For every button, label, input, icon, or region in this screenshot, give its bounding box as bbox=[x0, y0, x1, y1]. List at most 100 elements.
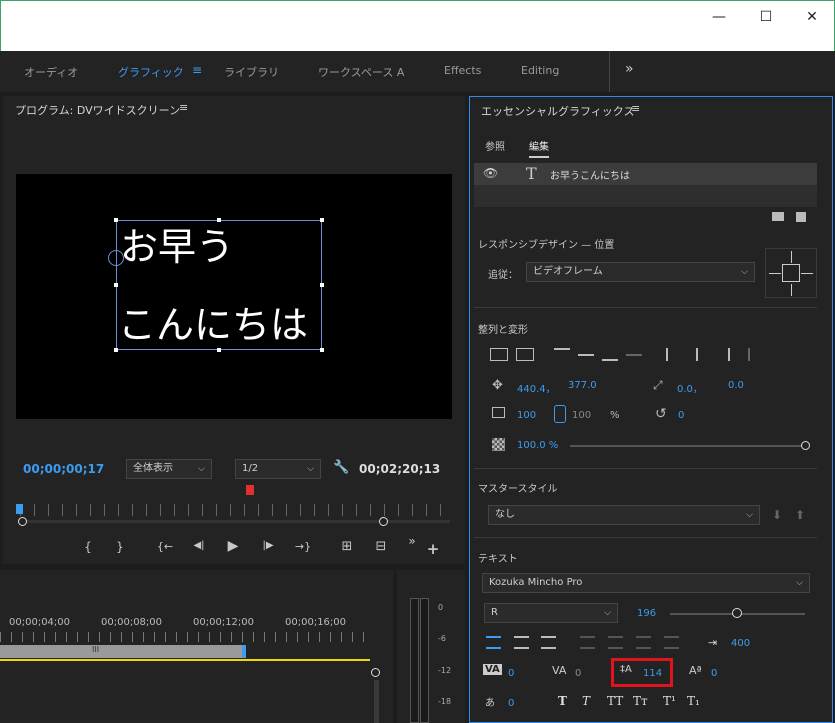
go-to-out-icon[interactable]: →} bbox=[293, 540, 313, 553]
workspace-menu-icon[interactable]: ≡ bbox=[192, 63, 202, 77]
position-y-value[interactable]: 377.0 bbox=[568, 380, 597, 391]
vertical-scrollbar[interactable] bbox=[374, 680, 379, 723]
faux-bold-button[interactable]: T bbox=[558, 694, 567, 708]
align-text-right-icon[interactable] bbox=[541, 636, 556, 649]
align-left-icon[interactable] bbox=[666, 348, 680, 361]
scroll-handle-right[interactable] bbox=[379, 517, 388, 526]
step-forward-icon[interactable]: |▶ bbox=[258, 540, 278, 551]
in-point-marker[interactable] bbox=[16, 504, 23, 514]
add-button-icon[interactable]: + bbox=[426, 540, 440, 558]
align-bottom-icon[interactable] bbox=[602, 348, 618, 361]
minimize-button[interactable]: — bbox=[707, 7, 731, 27]
resolution-dropdown[interactable]: 1/2 ⌵ bbox=[235, 459, 321, 479]
handle[interactable] bbox=[320, 283, 324, 287]
superscript-button[interactable]: T¹ bbox=[663, 694, 676, 708]
align-middle-icon[interactable] bbox=[578, 354, 594, 356]
small-caps-button[interactable]: Tт bbox=[633, 694, 648, 708]
opacity-value[interactable]: 100.0 % bbox=[517, 440, 558, 451]
scale-value[interactable]: 100 bbox=[517, 410, 536, 421]
folder-icon[interactable] bbox=[772, 212, 784, 221]
align-text-left-icon[interactable] bbox=[486, 636, 501, 649]
baseline-shift-value[interactable]: 0 bbox=[711, 668, 717, 679]
handle[interactable] bbox=[320, 348, 324, 352]
program-menu-icon[interactable]: ≡ bbox=[179, 101, 188, 114]
pull-style-icon[interactable]: ⬆ bbox=[795, 508, 805, 522]
rotation-value[interactable]: 0 bbox=[678, 410, 684, 421]
handle[interactable] bbox=[114, 283, 118, 287]
align-right-icon[interactable] bbox=[716, 348, 730, 361]
handle[interactable] bbox=[114, 348, 118, 352]
maximize-button[interactable]: ☐ bbox=[754, 7, 778, 27]
handle[interactable] bbox=[217, 348, 221, 352]
new-layer-icon[interactable] bbox=[796, 212, 806, 222]
justify-right-icon[interactable] bbox=[636, 636, 651, 649]
distribute-horizontal-icon[interactable] bbox=[748, 348, 750, 361]
opacity-slider-track[interactable] bbox=[570, 445, 805, 447]
timeline-ruler[interactable] bbox=[0, 632, 370, 642]
anchor-x-value[interactable]: 0.0， bbox=[677, 380, 703, 395]
step-back-icon[interactable]: ◀| bbox=[189, 540, 209, 551]
center-text-icon[interactable] bbox=[514, 636, 529, 649]
pin-left[interactable] bbox=[769, 273, 781, 274]
distribute-vertical-icon[interactable] bbox=[626, 354, 642, 356]
tracking-value[interactable]: 0 bbox=[575, 668, 581, 679]
layer-row[interactable]: 👁 T お早うこんにちは bbox=[474, 163, 817, 185]
pin-right[interactable] bbox=[801, 273, 813, 274]
mark-in-icon[interactable]: { bbox=[81, 540, 95, 554]
zoom-dropdown[interactable]: 全体表示 ⌵ bbox=[126, 459, 212, 479]
anchor-y-value[interactable]: 0.0 bbox=[728, 380, 744, 391]
tab-workspace-a[interactable]: ワークスペース A bbox=[318, 64, 404, 80]
scroll-handle-left[interactable] bbox=[18, 517, 27, 526]
tab-effects[interactable]: Effects bbox=[444, 64, 481, 77]
align-horizontal-center-icon[interactable] bbox=[516, 348, 534, 361]
justify-left-icon[interactable] bbox=[580, 636, 595, 649]
pin-top[interactable] bbox=[791, 251, 792, 263]
playhead-marker[interactable] bbox=[246, 485, 254, 495]
align-vertical-center-icon[interactable] bbox=[490, 348, 508, 361]
tab-edit[interactable]: 編集 bbox=[529, 138, 549, 158]
kerning-value[interactable]: 0 bbox=[508, 668, 514, 679]
lift-icon[interactable]: ⊞ bbox=[337, 539, 357, 554]
go-to-in-icon[interactable]: {← bbox=[155, 540, 175, 553]
time-ruler[interactable] bbox=[20, 504, 450, 516]
font-size-value[interactable]: 196 bbox=[637, 608, 656, 619]
all-caps-button[interactable]: TT bbox=[607, 694, 623, 708]
pin-position-widget[interactable] bbox=[765, 248, 817, 298]
tab-library[interactable]: ライブラリ bbox=[224, 64, 279, 80]
video-frame[interactable]: お早う こんにちは bbox=[16, 174, 452, 419]
font-dropdown[interactable]: Kozuka Mincho Pro ⌵ bbox=[482, 573, 810, 593]
tab-width-value[interactable]: 400 bbox=[731, 638, 750, 649]
handle[interactable] bbox=[320, 218, 324, 222]
tab-audio[interactable]: オーディオ bbox=[24, 64, 78, 80]
subscript-button[interactable]: T₁ bbox=[687, 694, 700, 708]
justify-center-icon[interactable] bbox=[608, 636, 623, 649]
eye-icon[interactable]: 👁 bbox=[483, 166, 498, 180]
font-style-dropdown[interactable]: R ⌵ bbox=[484, 603, 618, 623]
align-center-icon[interactable] bbox=[696, 348, 698, 361]
more-workspaces-icon[interactable]: » bbox=[625, 61, 634, 77]
handle[interactable] bbox=[217, 218, 221, 222]
mark-out-icon[interactable]: } bbox=[113, 540, 127, 554]
play-icon[interactable]: ▶ bbox=[225, 538, 241, 554]
scroll-handle[interactable] bbox=[371, 668, 380, 677]
work-area-bar[interactable]: III bbox=[0, 645, 246, 658]
handle[interactable] bbox=[114, 218, 118, 222]
pin-bottom[interactable] bbox=[791, 284, 792, 296]
faux-italic-button[interactable]: T bbox=[582, 694, 590, 708]
panel-menu-icon[interactable]: ≡ bbox=[631, 102, 640, 115]
more-buttons-icon[interactable]: » bbox=[405, 534, 419, 548]
text-bounding-box[interactable] bbox=[116, 220, 322, 350]
link-scale-icon[interactable] bbox=[554, 405, 566, 423]
font-size-slider-handle[interactable] bbox=[732, 608, 742, 618]
align-top-icon[interactable] bbox=[554, 348, 570, 361]
position-x-value[interactable]: 440.4， bbox=[517, 380, 556, 395]
tab-editing[interactable]: Editing bbox=[521, 64, 559, 77]
tab-graphics[interactable]: グラフィック bbox=[118, 64, 184, 80]
master-style-dropdown[interactable]: なし ⌵ bbox=[488, 505, 760, 525]
tsume-value[interactable]: 0 bbox=[508, 698, 514, 709]
anchor-point-icon[interactable] bbox=[108, 250, 124, 266]
tab-browse[interactable]: 参照 bbox=[485, 138, 505, 153]
close-button[interactable]: ✕ bbox=[800, 7, 824, 27]
opacity-slider-handle[interactable] bbox=[801, 441, 810, 450]
current-timecode[interactable]: 00;00;00;17 bbox=[23, 462, 104, 476]
